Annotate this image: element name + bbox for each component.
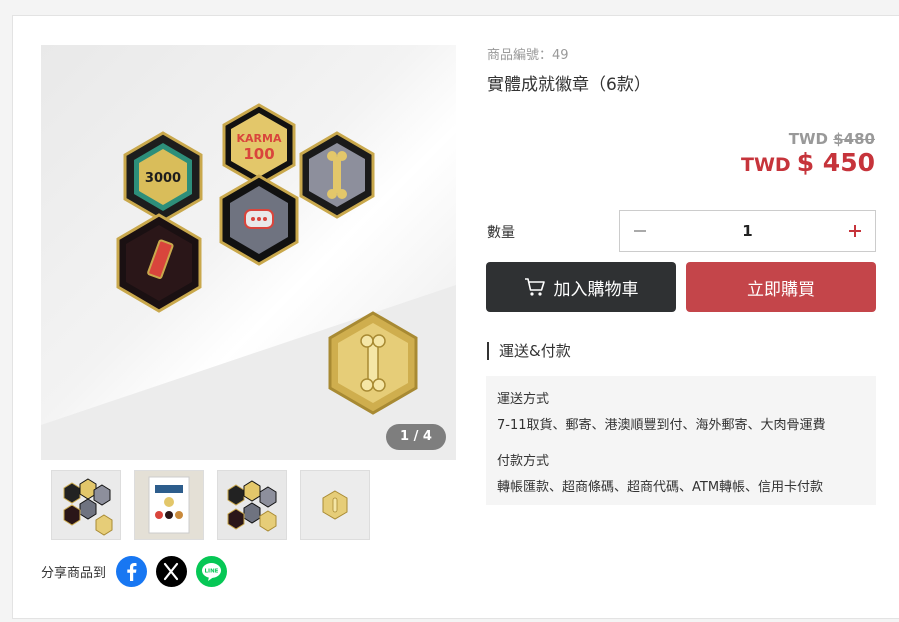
sale-price-currency: TWD (741, 154, 791, 176)
thumbnail-4[interactable] (300, 470, 370, 540)
svg-text:LINE: LINE (205, 569, 219, 575)
x-share-button[interactable] (156, 556, 188, 587)
badge-red (116, 213, 202, 313)
line-share-button[interactable]: LINE (196, 556, 228, 587)
original-price-amount: $480 (833, 130, 875, 148)
thumbnail-1[interactable] (51, 470, 121, 540)
cart-icon (524, 278, 545, 296)
x-icon (163, 562, 179, 581)
product-sku: 商品編號：49 (487, 48, 569, 63)
svg-text:100: 100 (243, 145, 274, 163)
facebook-share-button[interactable] (116, 556, 148, 587)
thumbnail-strip (51, 470, 370, 540)
facebook-icon (127, 563, 137, 581)
product-main-image[interactable]: 3000 KARMA 100 1 / 4 (41, 45, 456, 460)
add-to-cart-button[interactable]: 加入購物車 (486, 262, 676, 312)
badge-3000: 3000 (123, 131, 203, 223)
quantity-label: 數量 (487, 225, 515, 241)
thumbnail-2[interactable] (134, 470, 204, 540)
svg-text:3000: 3000 (145, 171, 181, 186)
line-icon: LINE (202, 563, 222, 581)
image-counter: 1 / 4 (386, 424, 446, 450)
quantity-increase-button[interactable] (835, 211, 875, 251)
share-label: 分享商品到 (41, 566, 107, 581)
quantity-input[interactable] (660, 211, 835, 251)
shipping-method-list: 7-11取貨、郵寄、港澳順豐到付、海外郵寄、大肉骨運費 (497, 418, 826, 433)
minus-icon (634, 230, 646, 232)
badge-karma: KARMA 100 (222, 103, 296, 187)
sale-price-amount: $ 450 (796, 148, 875, 177)
buy-now-label: 立即購買 (747, 279, 815, 300)
buy-now-button[interactable]: 立即購買 (686, 262, 876, 312)
badge-chat (219, 174, 299, 266)
payment-method-heading: 付款方式 (497, 454, 550, 469)
quantity-stepper (619, 210, 876, 252)
payment-method-list: 轉帳匯款、超商條碼、超商代碼、ATM轉帳、信用卡付款 (497, 480, 824, 495)
shipping-method-heading: 運送方式 (497, 392, 550, 407)
badges-photo: 3000 KARMA 100 (41, 103, 456, 460)
shipping-payment-title: 運送&付款 (487, 342, 571, 360)
quantity-decrease-button[interactable] (620, 211, 660, 251)
shipping-payment-box: 運送方式 7-11取貨、郵寄、港澳順豐到付、海外郵寄、大肉骨運費 付款方式 轉帳… (486, 376, 876, 505)
product-title: 實體成就徽章（6款） (487, 75, 651, 95)
add-to-cart-label: 加入購物車 (553, 279, 639, 300)
share-bar: 分享商品到 LINE (41, 556, 236, 587)
badge-bone-dark (299, 131, 375, 219)
thumbnail-3[interactable] (217, 470, 287, 540)
original-price: TWD $480 (789, 130, 875, 148)
plus-icon (849, 225, 861, 237)
svg-text:KARMA: KARMA (237, 132, 282, 145)
original-price-currency: TWD (788, 130, 829, 148)
sale-price: TWD $ 450 (741, 148, 875, 177)
